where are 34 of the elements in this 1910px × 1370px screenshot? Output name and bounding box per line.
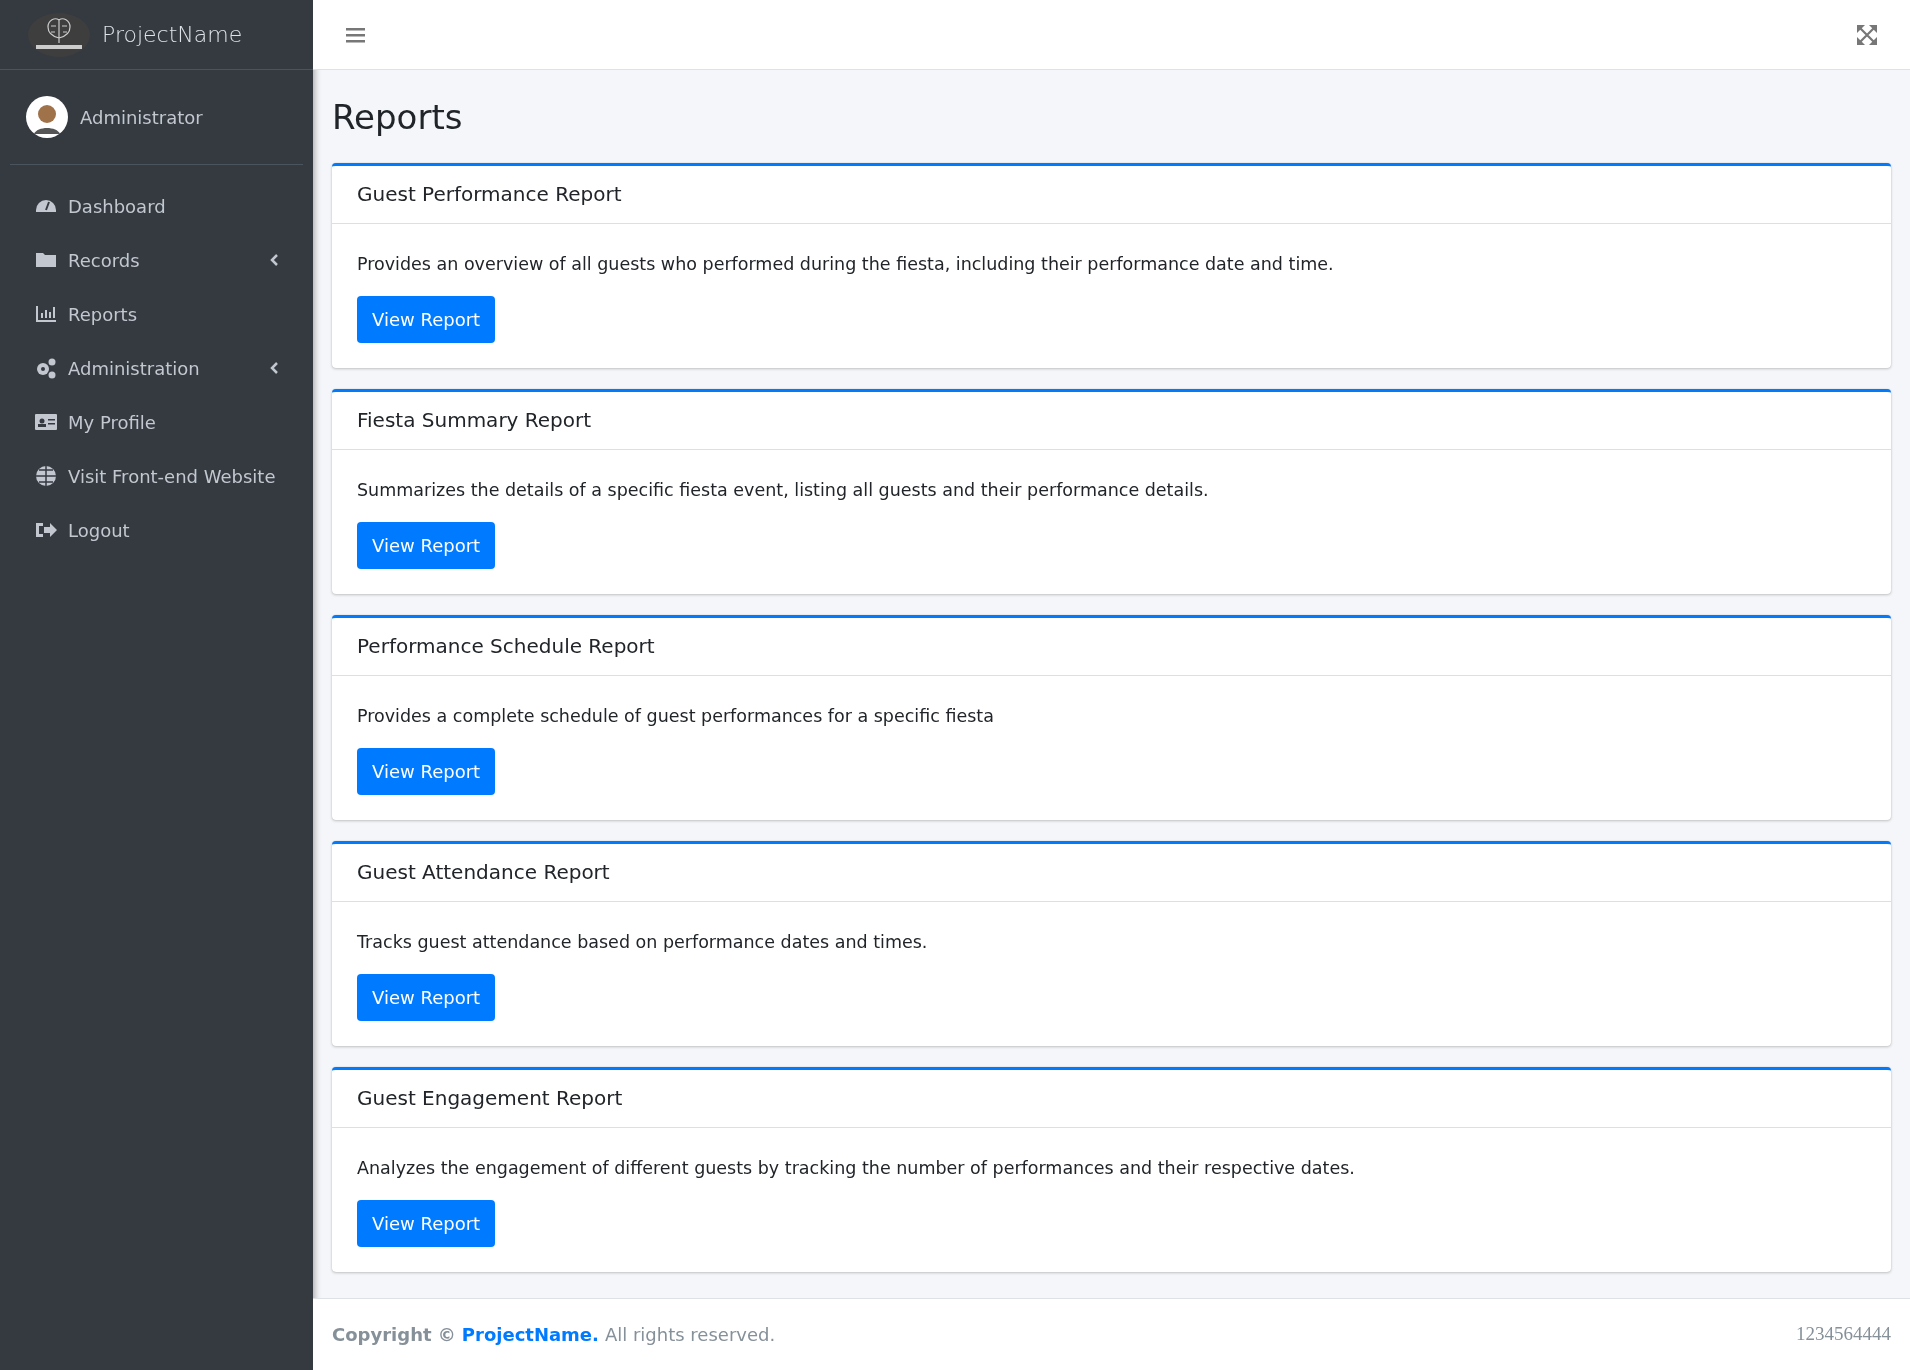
sidebar-item[interactable]: Dashboard <box>10 179 303 233</box>
sidebar-item[interactable]: My Profile <box>10 395 303 449</box>
card-title: Guest Engagement Report <box>357 1085 623 1112</box>
brain-logo-icon[interactable] <box>28 12 90 57</box>
card-description: Analyzes the engagement of different guests by tracking the number of performances and their respective dates. <box>357 1156 1355 1179</box>
sidebar-item[interactable]: Administration <box>10 341 303 395</box>
card-description: Provides an overview of all guests who performed during the fiesta, including their performance date and time. <box>357 252 1334 275</box>
user-name[interactable]: Administrator <box>80 103 203 131</box>
menu-icon[interactable] <box>346 26 365 43</box>
card-title: Guest Attendance Report <box>357 859 610 886</box>
copyright-text: Copyright © <box>332 1323 456 1347</box>
view-report-button[interactable]: View Report <box>357 1199 496 1247</box>
avatar-icon <box>26 96 68 138</box>
card-description: Summarizes the details of a specific fiesta event, listing all guests and their performance details. <box>357 478 1209 501</box>
view-report-button[interactable]: View Report <box>357 295 496 343</box>
brand-name[interactable]: ProjectName <box>102 18 243 51</box>
globe-icon <box>34 464 58 488</box>
fullscreen-icon[interactable] <box>1857 24 1877 45</box>
card-title: Performance Schedule Report <box>357 633 655 660</box>
rights-text: All rights reserved. <box>604 1323 776 1347</box>
view-report-button[interactable]: View Report <box>357 521 496 569</box>
sidebar-item[interactable]: Records <box>10 233 303 287</box>
sidebar-item[interactable]: Logout <box>10 503 303 557</box>
project-link[interactable]: ProjectName. <box>461 1321 599 1348</box>
sidebar-item[interactable]: Reports <box>10 287 303 341</box>
card-description: Tracks guest attendance based on performance dates and times. <box>357 930 928 953</box>
view-report-button[interactable]: View Report <box>357 973 496 1021</box>
card-title: Guest Performance Report <box>357 181 622 208</box>
sidebar-item[interactable]: Visit Front-end Website <box>10 449 303 503</box>
page-title: Reports <box>332 96 464 139</box>
view-report-button[interactable]: View Report <box>357 747 496 795</box>
version-text: 1234564444 <box>1796 1322 1891 1347</box>
card-description: Provides a complete schedule of guest performances for a specific fiesta <box>357 704 994 727</box>
card-title: Fiesta Summary Report <box>357 407 592 434</box>
